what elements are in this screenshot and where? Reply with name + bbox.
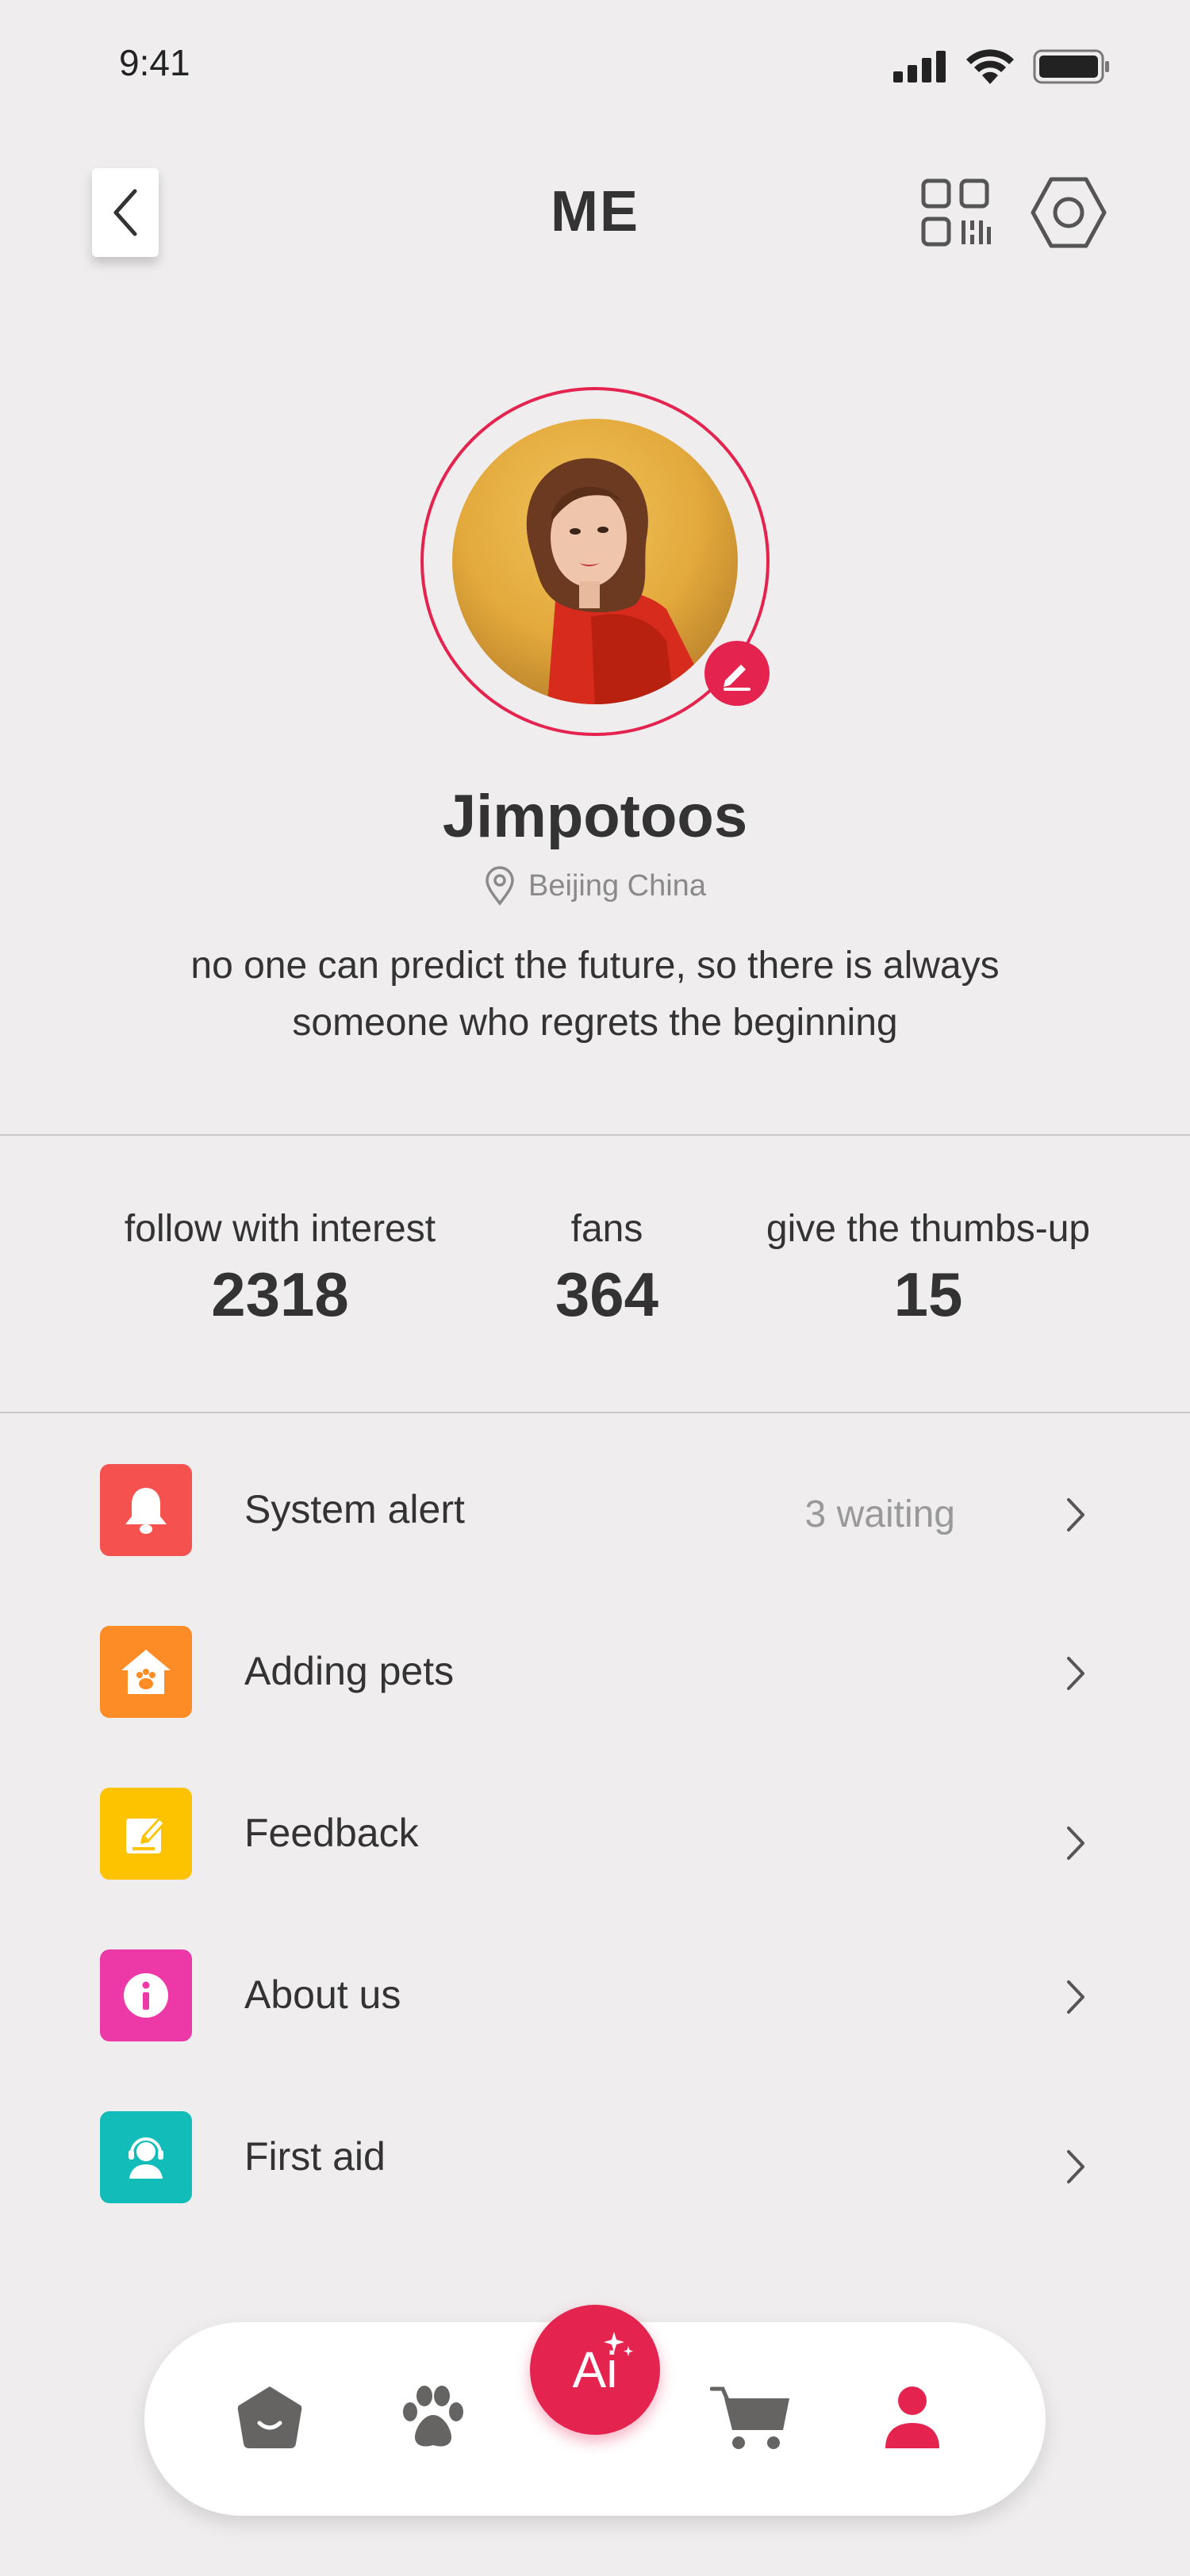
- tab-pets[interactable]: [393, 2378, 473, 2457]
- sparkle-icon: [604, 2332, 633, 2356]
- bell-icon: [125, 1488, 167, 1534]
- stat-label: give the thumbs-up: [766, 1208, 1091, 1250]
- stat-follow[interactable]: follow with interest 2318: [109, 1207, 451, 1331]
- wifi-icon: [966, 49, 1014, 84]
- support-agent-icon: [129, 2137, 163, 2179]
- stat-fans[interactable]: fans 364: [516, 1207, 698, 1331]
- status-time: 9:41: [119, 42, 190, 83]
- menu-label: System alert: [244, 1487, 465, 1531]
- info-icon: [124, 1973, 168, 2018]
- tab-profile[interactable]: [873, 2378, 952, 2457]
- chevron-right-icon: [1067, 2150, 1084, 2183]
- qr-code-button[interactable]: [920, 178, 992, 253]
- qr-code-icon: [921, 178, 991, 247]
- paw-icon: [403, 2386, 463, 2447]
- pencil-icon: [724, 665, 750, 691]
- menu-item-adding-pets[interactable]: Adding pets: [0, 1626, 1190, 1745]
- stat-value: 364: [555, 1259, 659, 1329]
- chevron-right-icon: [1067, 1827, 1084, 1860]
- avatar[interactable]: [452, 419, 738, 704]
- stat-value: 15: [893, 1259, 963, 1329]
- profile-screen: 9:41 ME Jimpotoos Beijing China no one c…: [0, 0, 1190, 2576]
- settings-icon: [1031, 177, 1107, 248]
- menu-status: 3 waiting: [804, 1493, 955, 1535]
- location: Beijing China: [0, 866, 1190, 906]
- pet-house-icon: [121, 1650, 171, 1694]
- menu-label: First aid: [244, 2134, 386, 2179]
- profile-icon: [885, 2386, 939, 2448]
- menu-icon-box: [100, 1949, 192, 2041]
- signal-icon: [893, 51, 946, 82]
- tab-home[interactable]: [230, 2378, 309, 2457]
- menu-icon-box: [100, 2111, 192, 2203]
- menu-icon-box: [100, 1626, 192, 1718]
- menu-icon-box: [100, 1464, 192, 1556]
- edit-note-icon: [126, 1817, 166, 1853]
- menu-label: Feedback: [244, 1811, 419, 1855]
- chevron-right-icon: [1067, 1498, 1084, 1531]
- home-icon: [237, 2386, 302, 2448]
- battery-icon: [1033, 49, 1109, 84]
- menu-item-about-us[interactable]: About us: [0, 1949, 1190, 2068]
- bio-line: someone who regrets the beginning: [292, 1002, 898, 1044]
- stat-label: follow with interest: [124, 1208, 436, 1250]
- chevron-right-icon: [1067, 1657, 1084, 1690]
- stat-thumbs-up[interactable]: give the thumbs-up 15: [754, 1207, 1103, 1331]
- location-pin-icon: [486, 866, 514, 906]
- stat-value: 2318: [211, 1259, 349, 1329]
- menu-item-feedback[interactable]: Feedback: [0, 1788, 1190, 1907]
- location-text: Beijing China: [528, 868, 706, 903]
- avatar-photo: [452, 419, 738, 704]
- menu-label: About us: [244, 1972, 401, 2017]
- menu-item-system-alert[interactable]: System alert 3 waiting: [0, 1464, 1190, 1583]
- menu-label: Adding pets: [244, 1649, 455, 1693]
- settings-button[interactable]: [1030, 176, 1107, 253]
- ai-button[interactable]: Ai: [530, 2305, 660, 2435]
- divider: [0, 1134, 1190, 1136]
- page-title: ME: [551, 180, 639, 243]
- menu-item-first-aid[interactable]: First aid: [0, 2111, 1190, 2230]
- divider: [0, 1412, 1190, 1413]
- menu-icon-box: [100, 1788, 192, 1880]
- bio-line: no one can predict the future, so there …: [190, 945, 1000, 987]
- status-icons: [893, 49, 1111, 84]
- cart-icon: [710, 2386, 789, 2449]
- username: Jimpotoos: [442, 783, 748, 850]
- edit-avatar-button[interactable]: [704, 641, 770, 706]
- chevron-right-icon: [1067, 1980, 1084, 2014]
- stat-label: fans: [570, 1208, 643, 1250]
- tab-cart[interactable]: [708, 2378, 795, 2457]
- bio: no one can predict the future, so there …: [119, 937, 1071, 1052]
